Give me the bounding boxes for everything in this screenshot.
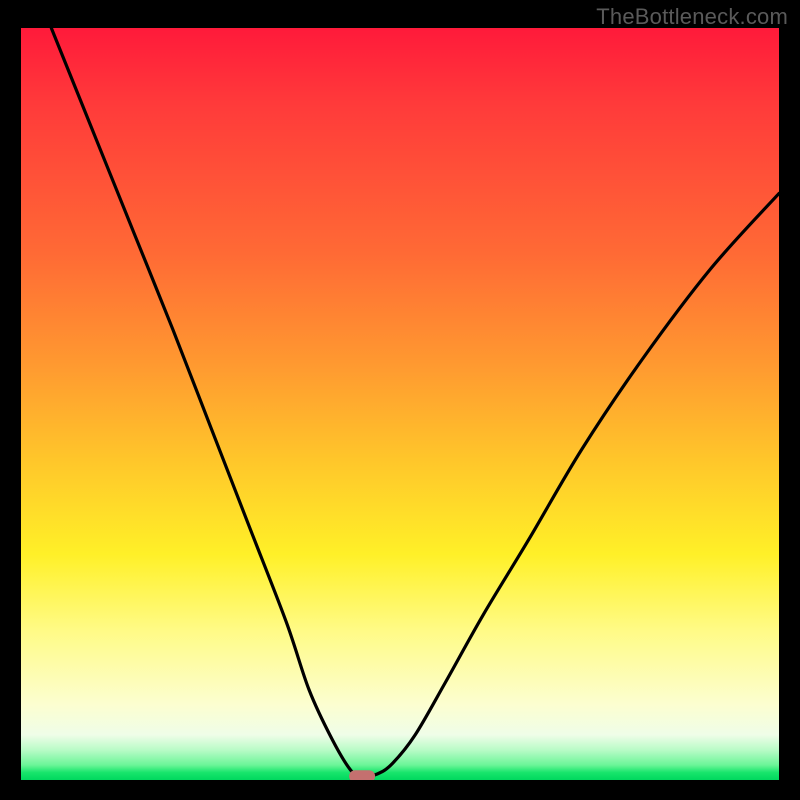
curve-path	[51, 28, 779, 776]
chart-stage: TheBottleneck.com	[0, 0, 800, 800]
plot-area	[21, 28, 779, 780]
attribution-text: TheBottleneck.com	[596, 4, 788, 30]
min-marker-icon	[349, 770, 375, 780]
bottleneck-curve	[21, 28, 779, 780]
